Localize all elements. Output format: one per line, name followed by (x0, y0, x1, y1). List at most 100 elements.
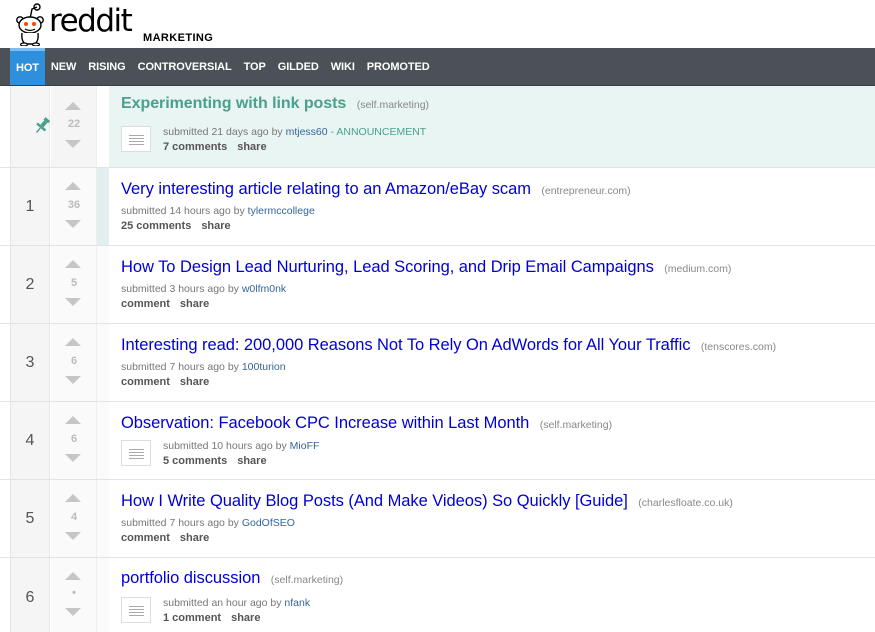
comments-link[interactable]: comment (121, 532, 170, 544)
score: 6 (70, 355, 78, 367)
reddit-alien-logo[interactable] (14, 2, 46, 46)
author-link[interactable]: MioFF (290, 440, 320, 452)
submitted-text: submitted 14 hours ago by (121, 205, 245, 217)
score: 5 (70, 277, 78, 289)
tagline: submitted an hour ago by nfank (163, 597, 310, 609)
share-link[interactable]: share (231, 612, 260, 624)
subreddit-name[interactable]: MARKETING (143, 32, 213, 44)
upvote-arrow-icon[interactable] (65, 416, 81, 424)
author-link[interactable]: tylermccollege (248, 205, 315, 217)
author-link[interactable]: w0lfm0nk (242, 283, 286, 295)
author-link[interactable]: nfank (284, 597, 310, 609)
vote-column: 36 (51, 168, 97, 245)
tab-gilded[interactable]: GILDED (272, 48, 325, 85)
downvote-arrow-icon[interactable] (65, 298, 81, 306)
tab-hot[interactable]: HOT (10, 48, 45, 85)
downvote-arrow-icon[interactable] (65, 220, 81, 228)
reddit-wordmark[interactable]: reddit (49, 6, 133, 37)
tab-new[interactable]: NEW (45, 48, 82, 85)
submitted-text: submitted 7 hours ago by (121, 361, 239, 373)
post-row: 2 5 How To Design Lead Nurturing, Lead S… (0, 246, 875, 324)
post-domain[interactable]: (tenscores.com) (701, 341, 776, 353)
submitted-text: submitted 10 hours ago by (163, 440, 287, 452)
post-domain[interactable]: (self.marketing) (271, 574, 343, 586)
author-link[interactable]: 100turion (242, 361, 286, 373)
post-title[interactable]: Observation: Facebook CPC Increase withi… (121, 414, 529, 432)
post-domain[interactable]: (self.marketing) (540, 419, 612, 431)
row-divider (97, 402, 109, 479)
share-link[interactable]: share (180, 376, 209, 388)
downvote-arrow-icon[interactable] (65, 376, 81, 384)
comments-link[interactable]: comment (121, 376, 170, 388)
post-title[interactable]: Experimenting with link posts (121, 95, 346, 112)
self-post-thumbnail-icon[interactable] (121, 597, 151, 623)
pin-icon (36, 117, 51, 133)
downvote-arrow-icon[interactable] (65, 532, 81, 540)
rank-cell (10, 86, 51, 167)
downvote-arrow-icon[interactable] (65, 608, 81, 616)
vote-column: 6 (51, 402, 97, 479)
comments-link[interactable]: 5 comments (163, 455, 227, 467)
tagline: submitted 14 hours ago by tylermccollege (121, 205, 875, 217)
announcement-flair: - ANNOUNCEMENT (330, 126, 427, 138)
post-domain[interactable]: (charlesfloate.co.uk) (638, 497, 733, 509)
tab-top[interactable]: TOP (238, 48, 272, 85)
row-divider (97, 480, 109, 557)
downvote-arrow-icon[interactable] (65, 454, 81, 462)
upvote-arrow-icon[interactable] (65, 572, 81, 580)
vote-column: 22 (51, 86, 97, 167)
share-link[interactable]: share (180, 532, 209, 544)
score: 22 (67, 118, 81, 130)
post-title[interactable]: How I Write Quality Blog Posts (And Make… (121, 492, 628, 510)
post-title[interactable]: Interesting read: 200,000 Reasons Not To… (121, 336, 690, 354)
post-domain[interactable]: (self.marketing) (357, 99, 429, 111)
post-listing: 22 Experimenting with link posts (self.m… (0, 86, 875, 632)
post-domain[interactable]: (entrepreneur.com) (541, 185, 630, 197)
post-row: 6 • portfolio discussion (self.marketing… (0, 558, 875, 632)
post-row: 3 6 Interesting read: 200,000 Reasons No… (0, 324, 875, 402)
self-post-thumbnail-icon[interactable] (121, 440, 151, 466)
tagline: submitted 7 hours ago by GodOfSEO (121, 517, 875, 529)
comments-link[interactable]: 7 comments (163, 141, 227, 153)
author-link[interactable]: GodOfSEO (242, 517, 295, 529)
post-title[interactable]: How To Design Lead Nurturing, Lead Scori… (121, 258, 654, 276)
post-domain[interactable]: (medium.com) (664, 263, 731, 275)
downvote-arrow-icon[interactable] (65, 140, 81, 148)
author-link[interactable]: mtjess60 (286, 126, 328, 138)
post-title[interactable]: portfolio discussion (121, 569, 260, 587)
upvote-arrow-icon[interactable] (65, 338, 81, 346)
row-divider (97, 168, 109, 245)
share-link[interactable]: share (237, 455, 266, 467)
share-link[interactable]: share (180, 298, 209, 310)
submitted-text: submitted an hour ago by (163, 597, 282, 609)
rank-number: 4 (10, 402, 50, 479)
rank-number: 6 (10, 558, 50, 632)
share-link[interactable]: share (237, 141, 266, 153)
submitted-text: submitted 7 hours ago by (121, 517, 239, 529)
post-row: 4 6 Observation: Facebook CPC Increase w… (0, 402, 875, 480)
submitted-text: submitted 21 days ago by (163, 126, 283, 138)
upvote-arrow-icon[interactable] (65, 102, 81, 110)
comments-link[interactable]: 1 comment (163, 612, 221, 624)
upvote-arrow-icon[interactable] (65, 260, 81, 268)
comments-link[interactable]: 25 comments (121, 220, 191, 232)
post-row: 5 4 How I Write Quality Blog Posts (And … (0, 480, 875, 558)
comments-link[interactable]: comment (121, 298, 170, 310)
tab-promoted[interactable]: PROMOTED (361, 48, 436, 85)
score: 36 (67, 199, 81, 211)
vote-column: 5 (51, 246, 97, 323)
rank-number: 3 (10, 324, 50, 401)
upvote-arrow-icon[interactable] (65, 182, 81, 190)
site-header: reddit MARKETING (0, 0, 875, 48)
upvote-arrow-icon[interactable] (65, 494, 81, 502)
tab-rising[interactable]: RISING (82, 48, 131, 85)
post-row: 1 36 Very interesting article relating t… (0, 168, 875, 246)
post-title[interactable]: Very interesting article relating to an … (121, 180, 531, 198)
tab-wiki[interactable]: WIKI (325, 48, 361, 85)
share-link[interactable]: share (201, 220, 230, 232)
tab-controversial[interactable]: CONTROVERSIAL (132, 48, 238, 85)
row-divider (97, 558, 109, 632)
rank-number: 1 (10, 168, 50, 245)
tagline: submitted 10 hours ago by MioFF (163, 440, 319, 452)
self-post-thumbnail-icon[interactable] (121, 126, 151, 152)
